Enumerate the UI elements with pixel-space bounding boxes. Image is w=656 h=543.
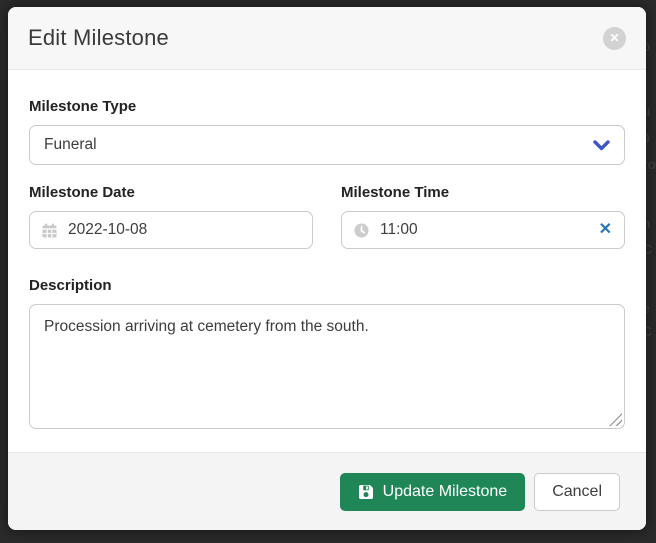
close-button[interactable]: ✕ <box>603 27 626 50</box>
update-milestone-button[interactable]: Update Milestone <box>340 473 526 511</box>
update-milestone-label: Update Milestone <box>383 483 508 501</box>
description-field: Procession arriving at cemetery from the… <box>29 304 625 429</box>
milestone-date-label: Milestone Date <box>29 184 313 202</box>
cancel-label: Cancel <box>552 483 602 501</box>
cancel-button[interactable]: Cancel <box>534 473 620 511</box>
description-textarea[interactable]: Procession arriving at cemetery from the… <box>29 304 625 429</box>
description-label: Description <box>29 277 625 295</box>
dialog-title: Edit Milestone <box>28 25 169 51</box>
edit-milestone-dialog: Edit Milestone ✕ Milestone Type Funeral … <box>8 7 646 530</box>
close-icon: ✕ <box>609 32 619 44</box>
milestone-time-input[interactable]: 11:00 ✕ <box>341 211 625 249</box>
milestone-time-field: Milestone Time 11:00 ✕ <box>341 184 625 249</box>
dialog-header: Edit Milestone ✕ <box>8 7 646 70</box>
milestone-type-value: Funeral <box>44 136 97 154</box>
clear-icon: ✕ <box>599 221 612 238</box>
dialog-body: Milestone Type Funeral Milestone Date <box>8 70 646 452</box>
milestone-date-value: 2022-10-08 <box>68 221 147 239</box>
clock-icon <box>354 223 369 238</box>
dialog-footer: Update Milestone Cancel <box>8 452 646 530</box>
milestone-type-label: Milestone Type <box>29 98 625 116</box>
date-time-row: Milestone Date 2022-10-08 <box>29 184 625 249</box>
chevron-down-icon <box>593 140 610 151</box>
clear-time-button[interactable]: ✕ <box>599 222 612 238</box>
save-icon <box>358 484 374 500</box>
milestone-time-value: 11:00 <box>380 221 418 239</box>
milestone-type-select[interactable]: Funeral <box>29 125 625 165</box>
milestone-date-input[interactable]: 2022-10-08 <box>29 211 313 249</box>
page-overlay: o u 0 ro n C e C Edit Milestone ✕ Milest… <box>0 0 656 543</box>
calendar-icon <box>42 223 57 238</box>
milestone-time-label: Milestone Time <box>341 184 625 202</box>
milestone-date-field: Milestone Date 2022-10-08 <box>29 184 313 249</box>
